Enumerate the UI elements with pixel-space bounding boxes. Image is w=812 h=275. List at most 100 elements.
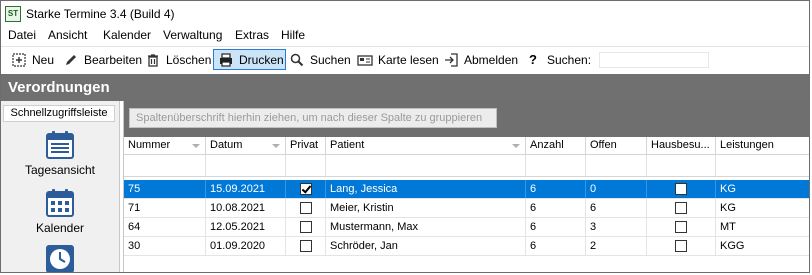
column-label: Anzahl	[530, 139, 564, 151]
column-label: Datum	[210, 139, 243, 151]
table-row[interactable]: 71 10.08.2021 Meier, Kristin 6 6 KG	[124, 199, 809, 218]
column-header-patient[interactable]: Patient	[326, 137, 526, 155]
cell-datum: 01.09.2020	[206, 237, 286, 255]
sidebar-title[interactable]: Schnellzugriffsleiste	[3, 105, 115, 122]
new-button[interactable]: Neu	[11, 49, 54, 70]
cell-offen: 0	[586, 180, 647, 198]
cell-anzahl: 6	[526, 199, 586, 217]
menu-verwaltung[interactable]: Verwaltung	[163, 28, 222, 42]
grid-header: Nummer Datum Privat Patient Anzahl Offen…	[124, 137, 809, 155]
hausbesuch-checkbox[interactable]	[675, 183, 687, 195]
column-header-offen[interactable]: Offen	[586, 137, 647, 155]
new-icon	[12, 52, 26, 67]
menu-bar: Datei Ansicht Kalender Verwaltung Extras…	[1, 27, 809, 45]
filter-cell[interactable]	[206, 155, 286, 176]
menu-hilfe[interactable]: Hilfe	[281, 28, 305, 42]
cell-patient: Lang, Jessica	[326, 180, 526, 198]
card-reader-icon	[357, 54, 373, 66]
hausbesuch-checkbox[interactable]	[675, 240, 687, 252]
cell-anzahl: 6	[526, 218, 586, 236]
search-label: Suchen:	[547, 53, 592, 67]
menu-kalender[interactable]: Kalender	[103, 28, 151, 42]
app-window: ST Starke Termine 3.4 (Build 4) Datei An…	[0, 0, 810, 273]
filter-cell[interactable]	[647, 155, 716, 176]
column-header-hausbesuch[interactable]: Hausbesu...	[647, 137, 716, 155]
cell-privat	[286, 218, 326, 236]
menu-extras[interactable]: Extras	[235, 28, 269, 42]
filter-row[interactable]	[124, 155, 809, 177]
sort-arrow-icon	[512, 144, 520, 148]
calendar-day-icon	[46, 131, 74, 159]
print-button[interactable]: Drucken	[213, 49, 286, 70]
cell-offen: 6	[586, 199, 647, 217]
hausbesuch-checkbox[interactable]	[675, 202, 687, 214]
read-card-button[interactable]: Karte lesen	[357, 49, 439, 70]
delete-button[interactable]: Löschen	[145, 49, 211, 70]
filter-cell[interactable]	[124, 155, 206, 176]
sidebar-item-label: Kalender	[35, 221, 85, 235]
privat-checkbox[interactable]	[300, 202, 312, 214]
filter-cell[interactable]	[586, 155, 647, 176]
column-header-datum[interactable]: Datum	[206, 137, 286, 155]
sort-arrow-icon	[192, 144, 200, 148]
privat-checkbox[interactable]	[300, 221, 312, 233]
search-input[interactable]	[599, 52, 709, 68]
cell-nummer: 71	[124, 199, 206, 217]
column-header-anzahl[interactable]: Anzahl	[526, 137, 586, 155]
delete-label: Löschen	[166, 52, 212, 67]
group-panel[interactable]: Spaltenüberschrift hierhin ziehen, um na…	[124, 101, 809, 137]
hausbesuch-checkbox[interactable]	[675, 221, 687, 233]
privat-checkbox[interactable]	[300, 183, 312, 195]
find-label: Suchen	[310, 52, 351, 67]
quick-access-sidebar: Schnellzugriffsleiste Tagesansicht Kalen…	[1, 101, 120, 272]
filter-cell[interactable]	[286, 155, 326, 176]
app-logo-icon: ST	[5, 6, 21, 22]
filter-cell[interactable]	[326, 155, 526, 176]
title-bar: ST Starke Termine 3.4 (Build 4)	[1, 1, 809, 27]
cell-patient: Schröder, Jan	[326, 237, 526, 255]
edit-label: Bearbeiten	[84, 52, 143, 67]
privat-checkbox[interactable]	[300, 240, 312, 252]
table-row[interactable]: 75 15.09.2021 Lang, Jessica 6 0 KG	[124, 180, 809, 199]
window-title: Starke Termine 3.4 (Build 4)	[26, 7, 175, 21]
cell-hausbesuch	[647, 199, 716, 217]
cell-privat	[286, 237, 326, 255]
sidebar-item-kalender[interactable]: Kalender	[1, 187, 119, 235]
help-icon: ?	[529, 52, 537, 67]
filter-cell[interactable]	[526, 155, 586, 176]
menu-ansicht[interactable]: Ansicht	[48, 28, 87, 42]
logout-label: Abmelden	[464, 52, 519, 67]
sidebar-item-clock[interactable]	[1, 243, 119, 272]
cell-anzahl: 6	[526, 180, 586, 198]
cell-leistungen: KG	[720, 202, 736, 214]
column-label: Offen	[590, 139, 617, 151]
print-label: Drucken	[239, 52, 284, 67]
table-row[interactable]: 30 01.09.2020 Schröder, Jan 6 2 KGG	[124, 237, 809, 256]
menu-datei[interactable]: Datei	[8, 28, 36, 42]
trash-icon	[148, 53, 158, 67]
cell-patient: Mustermann, Max	[326, 218, 526, 236]
sidebar-item-tagesansicht[interactable]: Tagesansicht	[1, 129, 119, 177]
column-header-nummer[interactable]: Nummer	[124, 137, 206, 155]
prescriptions-grid: Spaltenüberschrift hierhin ziehen, um na…	[123, 101, 809, 272]
table-row[interactable]: 64 12.05.2021 Mustermann, Max 6 3 MT	[124, 218, 809, 237]
help-button[interactable]: ?	[525, 49, 541, 70]
toolbar: Neu Bearbeiten Löschen Drucken Suchen Ka…	[1, 46, 809, 73]
sort-arrow-icon	[272, 144, 280, 148]
cell-offen: 3	[586, 218, 647, 236]
clock-icon	[46, 245, 74, 272]
logout-button[interactable]: Abmelden	[443, 49, 518, 70]
column-header-leistungen[interactable]: Leistungen	[716, 137, 809, 155]
printer-icon	[220, 52, 232, 67]
filter-cell[interactable]	[716, 155, 809, 176]
cell-hausbesuch	[647, 218, 716, 236]
page-title: Verordnungen	[1, 74, 809, 101]
find-button[interactable]: Suchen	[289, 49, 351, 70]
cell-nummer: 30	[124, 237, 206, 255]
column-header-privat[interactable]: Privat	[286, 137, 326, 155]
edit-button[interactable]: Bearbeiten	[63, 49, 142, 70]
cell-leistungen: KGG	[720, 240, 745, 252]
cell-hausbesuch	[647, 237, 716, 255]
cell-anzahl: 6	[526, 237, 586, 255]
pencil-icon	[66, 54, 76, 65]
